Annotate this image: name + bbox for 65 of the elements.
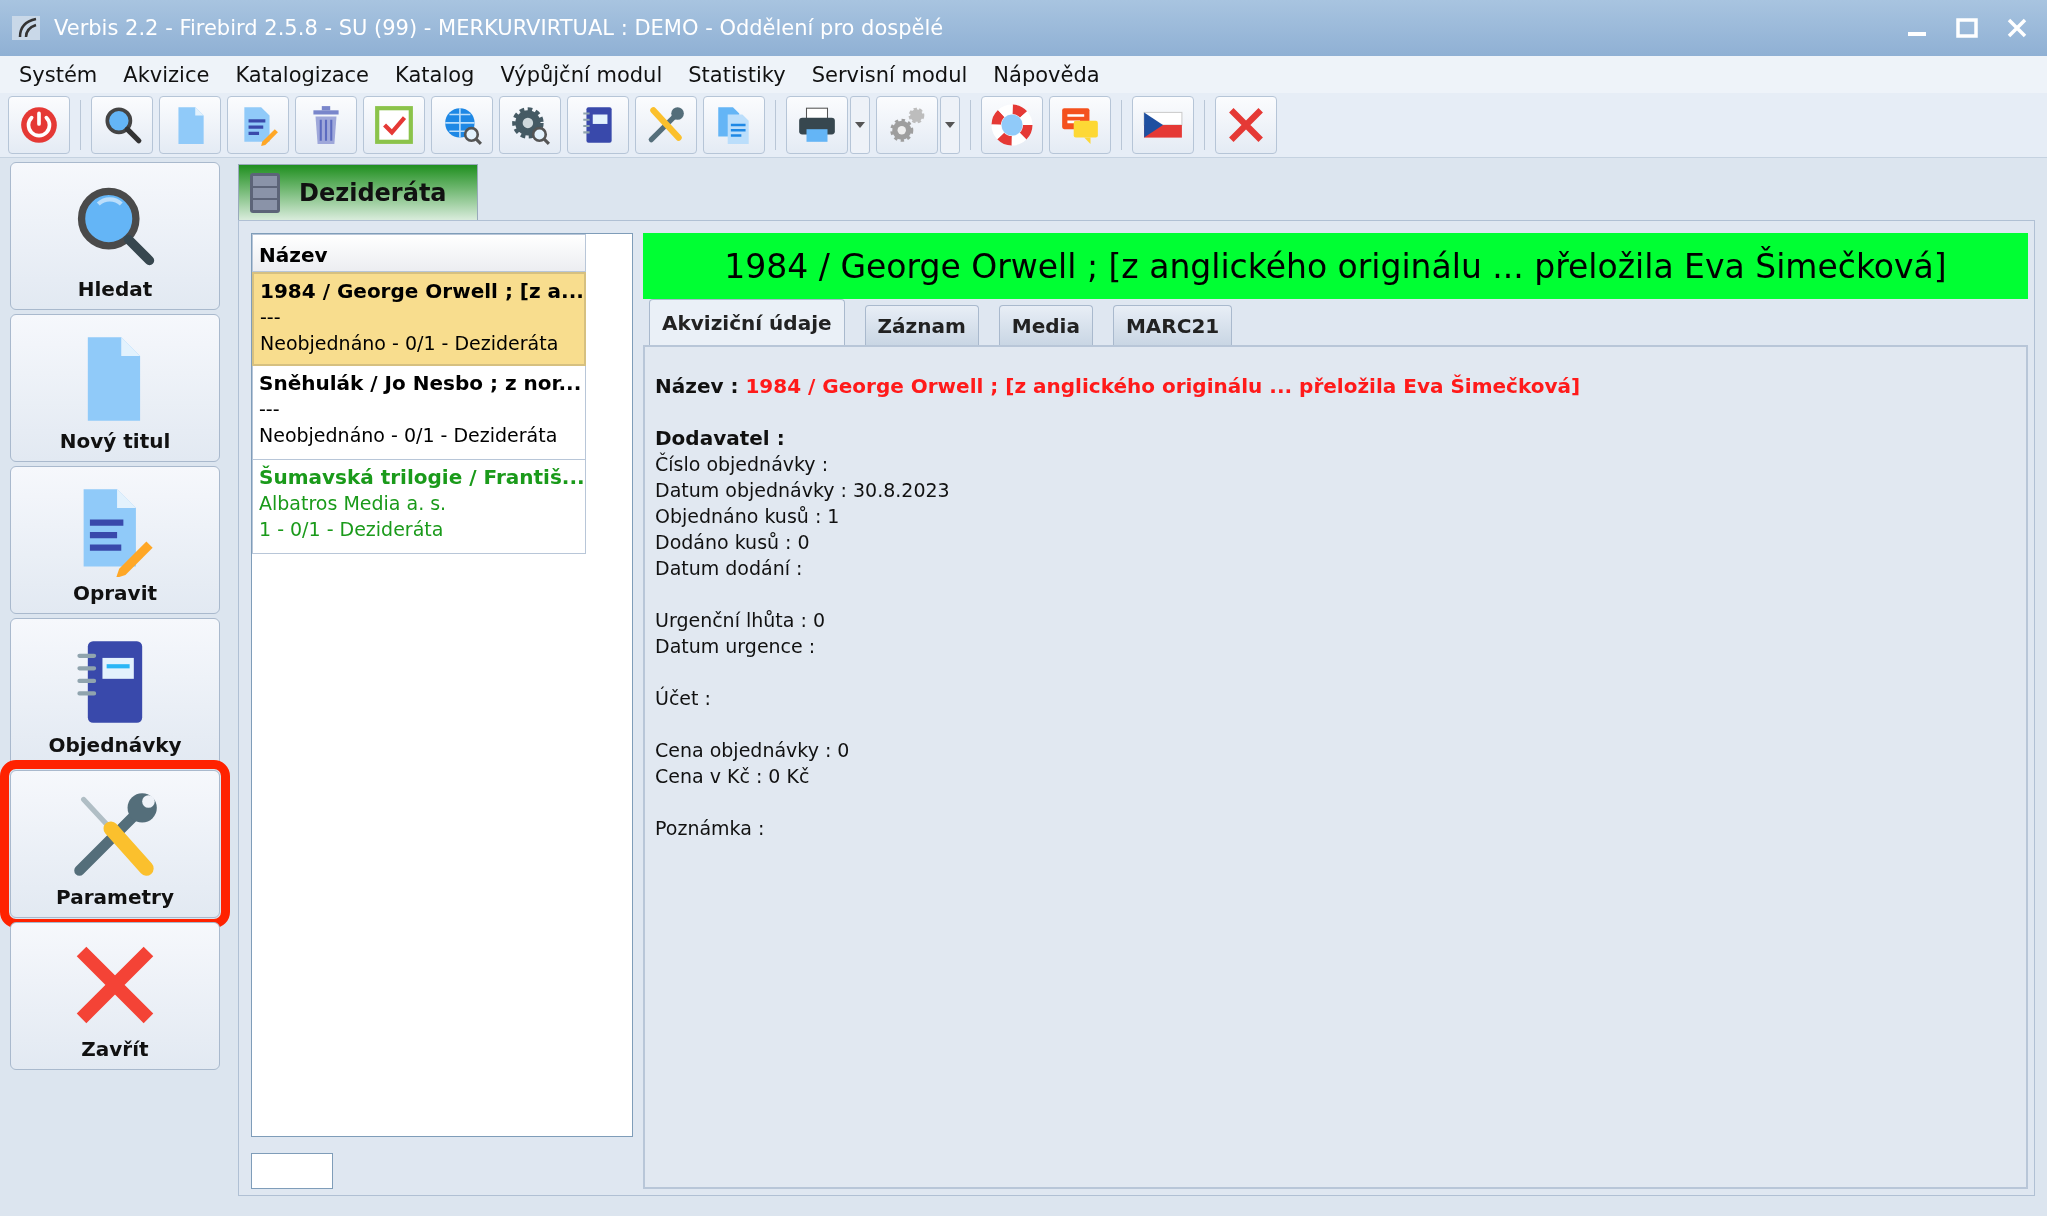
item-status: Neobjednáno - 0/1 - Dezideráta [260, 331, 560, 356]
toolbar-button[interactable] [567, 96, 629, 154]
toolbar-button[interactable] [227, 96, 289, 154]
input-field[interactable] [251, 1153, 333, 1189]
toolbar-button[interactable] [431, 96, 493, 154]
tab[interactable]: Media [998, 305, 1093, 345]
tab[interactable]: Záznam [864, 305, 979, 345]
item-title: Sněhulák / Jo Nesbo ; z nor... [259, 370, 579, 396]
menu-item[interactable]: Servisní modul [798, 58, 981, 91]
field-line: Datum objednávky : 30.8.2023 [655, 478, 951, 503]
list-item[interactable]: 1984 / George Orwell ; [z a... --- Neobjednáno - 0/1 - Dezideráta [252, 272, 586, 366]
sidebar-button[interactable]: Zavřít [10, 922, 220, 1070]
list-item[interactable]: Sněhulák / Jo Nesbo ; z nor... --- Neobjednáno - 0/1 - Dezideráta [252, 366, 586, 460]
field-line: Cena objednávky : 0 [655, 738, 851, 763]
tab[interactable]: Akviziční údaje [649, 299, 845, 345]
item-status: 1 - 0/1 - Dezideráta [259, 517, 445, 542]
checkbox-icon [373, 104, 415, 146]
minimize-icon [1908, 32, 1926, 36]
power-icon [18, 104, 60, 146]
dropdown-button[interactable] [940, 96, 960, 154]
item-line: --- [260, 305, 282, 330]
lifebuoy-icon [991, 104, 1033, 146]
close-icon [2006, 17, 2028, 39]
field-line: Datum urgence : [655, 634, 817, 659]
toolbar-button[interactable] [786, 96, 848, 154]
sidebar-button[interactable]: Opravit [10, 466, 220, 614]
menu-item[interactable]: Katalogizace [222, 58, 382, 91]
menu-item[interactable]: Katalog [382, 58, 488, 91]
field-line: Dodáno kusů : 0 [655, 530, 811, 555]
item-line: Albatros Media a. s. [259, 491, 448, 516]
gear-search-icon [509, 104, 551, 146]
toolbar-button[interactable] [635, 96, 697, 154]
tab[interactable]: MARC21 [1112, 305, 1233, 345]
section-heading: Dodavatel : [655, 425, 786, 451]
field-line: Číslo objednávky : [655, 451, 830, 477]
caret-icon [945, 122, 955, 128]
toolbar-button[interactable] [499, 96, 561, 154]
field-line: Objednáno kusů : 1 [655, 504, 841, 529]
field-line: Datum dodání : [655, 556, 804, 581]
sidebar-button[interactable]: Hledat [10, 162, 220, 310]
title-field: Název : 1984 / George Orwell ; [z anglického originálu ... přeložila Eva Šimečková] [655, 373, 2016, 399]
cabinet-icon [247, 170, 283, 215]
column-header[interactable]: Název [252, 234, 586, 272]
maximize-icon [1956, 18, 1978, 38]
menu-item[interactable]: Nápověda [980, 58, 1113, 91]
field-line: Cena v Kč : 0 Kč [655, 764, 811, 789]
toolbar-button[interactable] [1132, 96, 1194, 154]
record-header: 1984 / George Orwell ; [z anglického originálu ... přeložila Eva Šimečková] [643, 233, 2028, 299]
menu-item[interactable]: Systém [6, 58, 111, 91]
field-line: Poznámka : [655, 816, 766, 841]
menu-item[interactable]: Statistiky [675, 58, 799, 91]
dropdown-button[interactable] [850, 96, 870, 154]
toolbar-button[interactable] [91, 96, 153, 154]
module-tab-label: Dezideráta [299, 178, 447, 207]
sidebar-button[interactable]: Nový titul [10, 314, 220, 462]
menu-item[interactable]: Výpůjční modul [487, 58, 676, 91]
caret-icon [855, 122, 865, 128]
field-line: Urgenční lhůta : 0 [655, 608, 826, 633]
list-item[interactable]: Šumavská trilogie / Františ... Albatros Media a. s. 1 - 0/1 - Dezideráta [252, 460, 586, 554]
menu-item[interactable]: Akvizice [110, 58, 223, 91]
module-tab[interactable]: Dezideráta [238, 164, 478, 220]
field-line: Účet : [655, 685, 712, 711]
item-line: --- [259, 397, 281, 422]
item-status: Neobjednáno - 0/1 - Dezideráta [259, 423, 559, 448]
window-title: Verbis 2.2 - Firebird 2.5.8 - SU (99) - MERKURVIRTUAL : DEMO - Oddělení pro dospělé [54, 16, 945, 40]
